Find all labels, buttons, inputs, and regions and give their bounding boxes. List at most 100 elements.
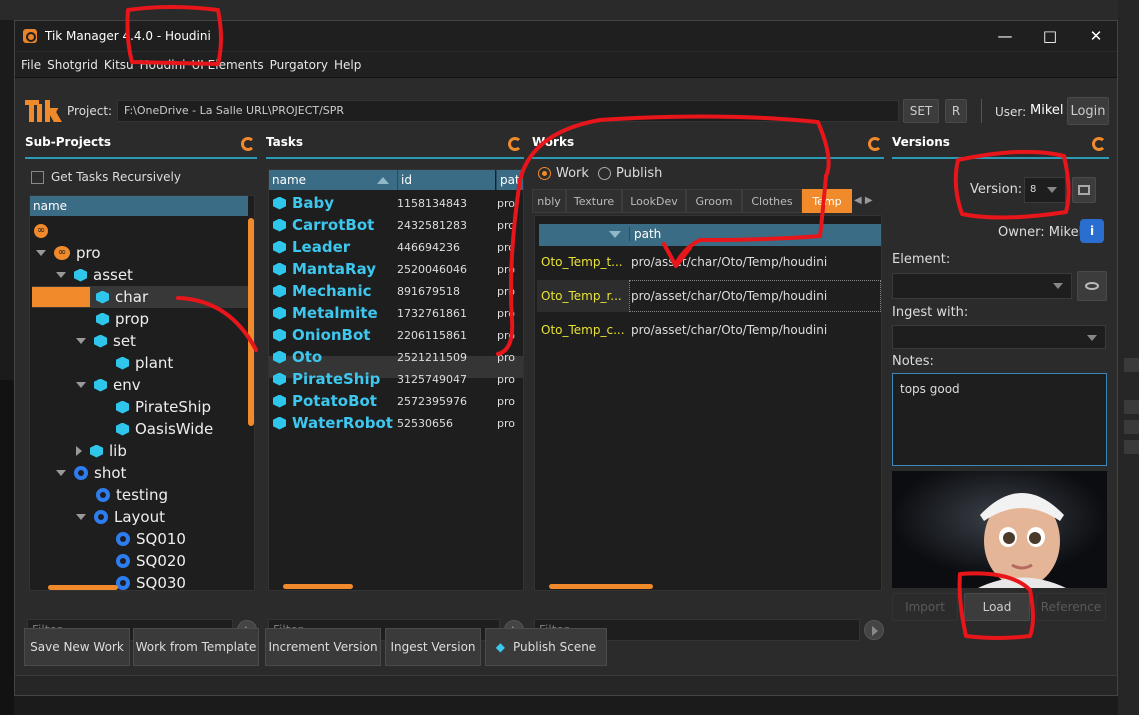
refresh-icon[interactable] bbox=[868, 137, 882, 151]
horizontal-scrollbar[interactable] bbox=[549, 584, 653, 589]
r-button[interactable]: R bbox=[945, 99, 967, 123]
works-table[interactable]: path Oto_Temp_t... pro/asset/char/Oto/Tem… bbox=[534, 215, 882, 591]
work-row[interactable]: Oto_Temp_t... pro/asset/char/Oto/Temp/hou… bbox=[541, 246, 827, 278]
thumbnail-image bbox=[892, 471, 1107, 588]
vertical-scrollbar[interactable] bbox=[248, 218, 254, 426]
element-dropdown[interactable] bbox=[892, 273, 1072, 299]
reference-button[interactable]: Reference bbox=[1036, 593, 1106, 621]
tasks-table[interactable]: name id pat Baby 1158134843 pro CarrotBot 24… bbox=[268, 169, 524, 591]
work-row[interactable]: Oto_Temp_c... pro/asset/char/Oto/Temp/hou… bbox=[541, 314, 827, 346]
tree-item-shot[interactable]: shot bbox=[56, 462, 126, 484]
tree-item-sq020[interactable]: SQ020 bbox=[116, 550, 186, 572]
menu-houdini[interactable]: Houdini bbox=[140, 58, 186, 72]
recursive-checkbox[interactable]: Get Tasks Recursively bbox=[31, 170, 181, 184]
task-row[interactable]: MantaRay 2520046046 pro bbox=[269, 258, 523, 280]
increment-version-button[interactable]: Increment Version bbox=[265, 628, 381, 666]
menu-bar: File Shotgrid Kitsu Houdini UI Elements … bbox=[15, 52, 1117, 78]
column-header-path[interactable]: path bbox=[629, 227, 661, 241]
ingest-version-button[interactable]: Ingest Version bbox=[385, 628, 481, 666]
task-row[interactable]: PirateShip 3125749047 pro bbox=[269, 368, 523, 390]
close-button[interactable]: ✕ bbox=[1073, 21, 1119, 51]
tree-item-oasiswide[interactable]: OasisWide bbox=[116, 418, 213, 440]
tree-item-sq010[interactable]: SQ010 bbox=[116, 528, 186, 550]
cube-icon bbox=[273, 416, 286, 430]
cube-icon bbox=[96, 290, 109, 304]
tab-groom[interactable]: Groom bbox=[686, 189, 742, 213]
menu-shotgrid[interactable]: Shotgrid bbox=[47, 58, 98, 72]
menu-help[interactable]: Help bbox=[334, 58, 361, 72]
refresh-icon[interactable] bbox=[241, 137, 255, 151]
tree-item-plant[interactable]: plant bbox=[116, 352, 173, 374]
save-new-work-button[interactable]: Save New Work bbox=[24, 628, 130, 666]
work-radio[interactable]: Work bbox=[538, 166, 589, 181]
cube-icon bbox=[116, 400, 129, 414]
cube-icon bbox=[116, 422, 129, 436]
tree-item-prop[interactable]: prop bbox=[96, 308, 149, 330]
task-row[interactable]: Mechanic 891679518 pro bbox=[269, 280, 523, 302]
project-path-field[interactable]: F:\OneDrive - La Salle URL\PROJECT/SPR bbox=[117, 100, 899, 122]
task-row[interactable]: Leader 446694236 pro bbox=[269, 236, 523, 258]
tree-item-layout[interactable]: Layout bbox=[76, 506, 165, 528]
tree-item-lib[interactable]: lib bbox=[76, 440, 127, 462]
selection-marker bbox=[32, 287, 90, 307]
task-row[interactable]: CarrotBot 2432581283 pro bbox=[269, 214, 523, 236]
background-strip bbox=[0, 0, 1139, 20]
tab-temp[interactable]: Temp bbox=[802, 189, 852, 213]
radio-icon bbox=[538, 167, 551, 180]
tree-item-testing[interactable]: testing bbox=[96, 484, 168, 506]
filter-play-icon[interactable] bbox=[864, 620, 884, 640]
task-row[interactable]: Metalmite 1732761861 pro bbox=[269, 302, 523, 324]
load-button[interactable]: Load bbox=[964, 593, 1030, 621]
import-button[interactable]: Import bbox=[892, 593, 958, 621]
work-row[interactable]: Oto_Temp_r... pro/asset/char/Oto/Temp/hou… bbox=[541, 280, 827, 312]
menu-kitsu[interactable]: Kitsu bbox=[104, 58, 134, 72]
publish-scene-button[interactable]: ◆ Publish Scene bbox=[485, 628, 607, 666]
refresh-icon[interactable] bbox=[1092, 137, 1106, 151]
horizontal-scrollbar[interactable] bbox=[283, 584, 353, 589]
task-row[interactable]: Baby 1158134843 pro bbox=[269, 192, 523, 214]
publish-radio[interactable]: Publish bbox=[598, 166, 662, 181]
version-dropdown[interactable]: 8 bbox=[1024, 177, 1066, 203]
film-reel-icon bbox=[116, 554, 130, 568]
tree-item-char[interactable]: char bbox=[96, 286, 148, 308]
subprojects-tree[interactable]: name ∞ ∞ pro asset char prop set plant en… bbox=[29, 195, 255, 591]
column-header-id[interactable]: id bbox=[397, 170, 495, 190]
user-label: User: bbox=[995, 105, 1027, 119]
eye-icon[interactable] bbox=[1077, 271, 1107, 301]
tab-clothes[interactable]: Clothes bbox=[742, 189, 802, 213]
maximize-button[interactable]: □ bbox=[1027, 21, 1073, 51]
set-button[interactable]: SET bbox=[903, 99, 939, 123]
task-row[interactable]: PotatoBot 2572395976 pro bbox=[269, 390, 523, 412]
play-video-button[interactable] bbox=[1072, 177, 1096, 203]
menu-ui-elements[interactable]: UI Elements bbox=[192, 58, 264, 72]
work-from-template-button[interactable]: Work from Template bbox=[133, 628, 259, 666]
ingest-dropdown[interactable] bbox=[892, 325, 1106, 349]
user-name: Mikel bbox=[1030, 103, 1064, 118]
tab-scroll-icons[interactable]: ◀ ▶ bbox=[854, 195, 873, 206]
notes-textarea[interactable]: tops good bbox=[892, 373, 1107, 466]
refresh-icon[interactable] bbox=[508, 137, 522, 151]
tree-item-pirateship[interactable]: PirateShip bbox=[116, 396, 211, 418]
tree-item-asset[interactable]: asset bbox=[56, 264, 133, 286]
minimize-button[interactable]: — bbox=[982, 21, 1028, 51]
task-row[interactable]: Oto 2521211509 pro bbox=[269, 346, 523, 368]
column-header-name[interactable]: name bbox=[30, 196, 248, 216]
info-icon[interactable]: i bbox=[1080, 219, 1104, 243]
tree-item-pro[interactable]: ∞ pro bbox=[36, 242, 101, 264]
tree-item-set[interactable]: set bbox=[76, 330, 136, 352]
tree-item-env[interactable]: env bbox=[76, 374, 141, 396]
column-header-path[interactable]: pat bbox=[496, 170, 523, 190]
horizontal-scrollbar[interactable] bbox=[48, 585, 118, 590]
task-row[interactable]: WaterRobot 52530656 pro bbox=[269, 412, 523, 434]
menu-file[interactable]: File bbox=[21, 58, 41, 72]
task-row[interactable]: OnionBot 2206115861 pro bbox=[269, 324, 523, 346]
cube-icon bbox=[273, 350, 286, 364]
menu-purgatory[interactable]: Purgatory bbox=[270, 58, 328, 72]
tree-item-sq030[interactable]: SQ030 bbox=[116, 572, 186, 590]
versions-panel: Versions Version: 8 Owner: Mikel i Eleme… bbox=[892, 135, 1109, 655]
login-button[interactable]: Login bbox=[1067, 97, 1109, 125]
tab-lookdev[interactable]: LookDev bbox=[622, 189, 686, 213]
tab-texture[interactable]: Texture bbox=[566, 189, 622, 213]
tab-assembly[interactable]: nbly bbox=[532, 189, 566, 213]
title-bar: Tik Manager 4.4.0 - Houdini — □ ✕ bbox=[15, 21, 1117, 51]
